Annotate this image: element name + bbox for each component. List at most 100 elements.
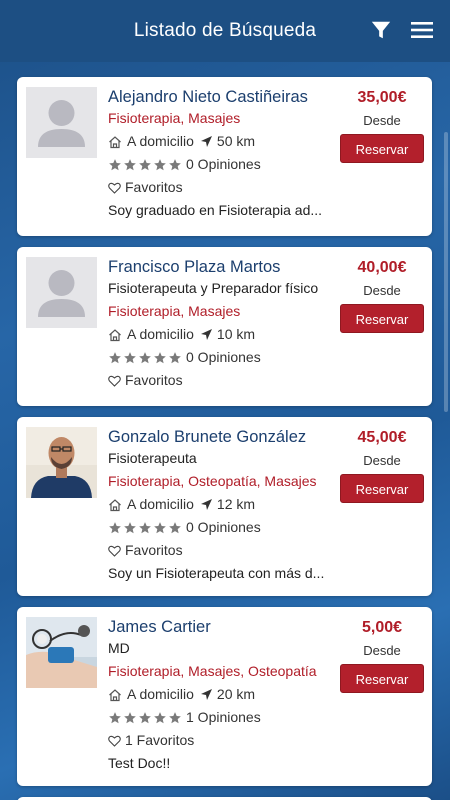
price-from-label: Desde <box>363 283 401 298</box>
professional-card[interactable]: Gonzalo Brunete González Fisioterapeuta … <box>17 417 432 596</box>
favorites-label: Favoritos <box>125 372 183 388</box>
star-icon <box>139 521 151 533</box>
reviews-count: 0 Opiniones <box>186 519 261 535</box>
reserve-button[interactable]: Reservar <box>340 474 424 503</box>
star-icon <box>154 351 166 363</box>
specialties: Fisioterapia, Osteopatía, Masajes <box>108 473 317 489</box>
filter-icon[interactable] <box>370 19 392 41</box>
rating-row[interactable]: 0 Opiniones <box>108 153 348 176</box>
star-icon <box>124 711 136 723</box>
distance: 12 km <box>216 496 256 512</box>
location-label: A domicilio <box>127 686 194 702</box>
star-icon <box>124 158 136 170</box>
star-icon <box>139 351 151 363</box>
results-list[interactable]: Alejandro Nieto Castiñeiras Fisioterapia… <box>0 62 450 800</box>
star-icon <box>169 711 181 723</box>
star-icon <box>124 521 136 533</box>
home-icon <box>109 688 121 701</box>
profile-photo <box>26 617 97 688</box>
price: 45,00€ <box>357 429 407 446</box>
price: 40,00€ <box>357 259 407 276</box>
reviews-count: 0 Opiniones <box>186 156 261 172</box>
reserve-button[interactable]: Reservar <box>340 304 424 333</box>
heart-icon[interactable] <box>108 375 121 387</box>
reserve-button[interactable]: Reservar <box>340 664 424 693</box>
favorites-label: Favoritos <box>125 542 183 558</box>
star-icon <box>139 711 151 723</box>
navigation-arrow-icon <box>200 689 212 700</box>
professional-name[interactable]: James Cartier <box>108 617 348 637</box>
distance: 50 km <box>216 133 256 149</box>
favorites-row[interactable]: Favoritos <box>108 539 348 562</box>
location-label: A domicilio <box>127 326 194 342</box>
heart-icon[interactable] <box>108 545 121 557</box>
navigation-arrow-icon <box>200 136 212 147</box>
star-icon <box>109 351 121 363</box>
description: Soy graduado en Fisioterapia ad... <box>108 202 323 218</box>
heart-icon[interactable] <box>108 182 121 194</box>
professional-title: MD <box>108 640 130 656</box>
avatar <box>26 87 97 158</box>
star-icon <box>169 158 181 170</box>
professional-name[interactable]: Gonzalo Brunete González <box>108 427 348 447</box>
user-placeholder-icon <box>26 87 97 158</box>
description: Test Doc!! <box>108 755 171 771</box>
star-icon <box>169 351 181 363</box>
star-icon <box>109 158 121 170</box>
professional-card[interactable]: Francisco Plaza Martos Fisioterapeuta y … <box>17 247 432 406</box>
favorites-row[interactable]: Favoritos <box>108 369 348 392</box>
specialties: Fisioterapia, Masajes <box>108 303 241 319</box>
app-header: Listado de Búsqueda <box>0 0 450 62</box>
location-row: A domicilio 12 km <box>108 493 348 516</box>
heart-icon[interactable] <box>108 735 121 747</box>
favorites-row[interactable]: 1 Favoritos <box>108 729 348 752</box>
professional-name[interactable]: Alejandro Nieto Castiñeiras <box>108 87 348 107</box>
avatar <box>26 427 97 498</box>
star-icon <box>154 711 166 723</box>
rating-row[interactable]: 1 Opiniones <box>108 706 348 729</box>
price-from-label: Desde <box>363 453 401 468</box>
star-icon <box>109 711 121 723</box>
star-icon <box>169 521 181 533</box>
star-icon <box>139 158 151 170</box>
specialties: Fisioterapia, Masajes, Osteopatía <box>108 663 317 679</box>
reviews-count: 0 Opiniones <box>186 349 261 365</box>
home-icon <box>109 135 121 148</box>
professional-card[interactable]: Alejandro Nieto Castiñeiras Fisioterapia… <box>17 77 432 236</box>
reserve-button[interactable]: Reservar <box>340 134 424 163</box>
profile-photo <box>26 427 97 498</box>
avatar <box>26 617 97 688</box>
scrollbar[interactable] <box>444 132 448 412</box>
price: 35,00€ <box>357 89 407 106</box>
navigation-arrow-icon <box>200 329 212 340</box>
star-rating <box>108 521 183 535</box>
rating-row[interactable]: 0 Opiniones <box>108 346 348 369</box>
price-from-label: Desde <box>363 113 401 128</box>
location-row: A domicilio 50 km <box>108 130 348 153</box>
price-from-label: Desde <box>363 643 401 658</box>
rating-row[interactable]: 0 Opiniones <box>108 516 348 539</box>
location-row: A domicilio 20 km <box>108 683 348 706</box>
professional-title: Fisioterapeuta <box>108 450 197 466</box>
professional-name[interactable]: Francisco Plaza Martos <box>108 257 348 277</box>
star-icon <box>109 521 121 533</box>
star-icon <box>154 521 166 533</box>
professional-card[interactable]: James Cartier MD Fisioterapia, Masajes, … <box>17 607 432 786</box>
star-rating <box>108 158 183 172</box>
reviews-count: 1 Opiniones <box>186 709 261 725</box>
home-icon <box>109 498 121 511</box>
hamburger-menu-icon[interactable] <box>411 20 433 40</box>
specialties: Fisioterapia, Masajes <box>108 110 241 126</box>
star-rating <box>108 711 183 725</box>
location-label: A domicilio <box>127 496 194 512</box>
distance: 10 km <box>216 326 256 342</box>
favorites-row[interactable]: Favoritos <box>108 176 348 199</box>
star-icon <box>124 351 136 363</box>
description: Soy un Fisioterapeuta con más d... <box>108 565 325 581</box>
star-icon <box>154 158 166 170</box>
avatar <box>26 257 97 328</box>
favorites-label: Favoritos <box>125 179 183 195</box>
navigation-arrow-icon <box>200 499 212 510</box>
professional-title: Fisioterapeuta y Preparador físico <box>108 280 319 296</box>
distance: 20 km <box>216 686 256 702</box>
